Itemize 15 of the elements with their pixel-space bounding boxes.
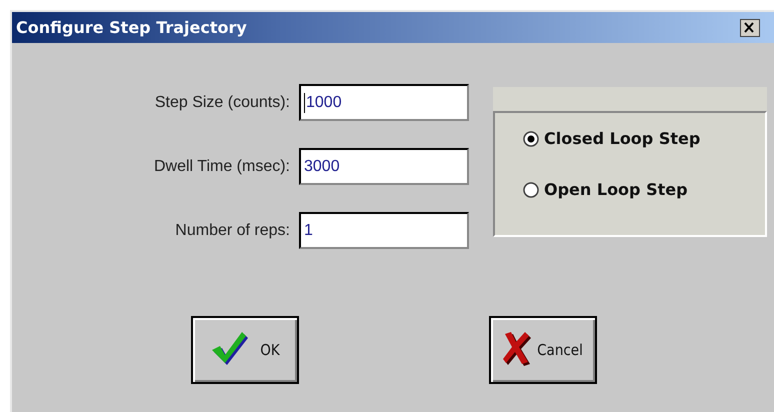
field-label: Step Size (counts):: [154, 94, 290, 112]
field-label: Dwell Time (msec):: [152, 158, 290, 176]
input-field[interactable]: 3000: [299, 148, 469, 185]
window-title: Configure Step Trajectory: [16, 18, 247, 37]
cross-icon: [503, 332, 534, 368]
close-icon[interactable]: [740, 18, 760, 36]
input-field[interactable]: 1: [299, 212, 469, 249]
radio-option[interactable]: Open Loop Step: [523, 180, 765, 199]
input-field[interactable]: 1000: [299, 84, 469, 121]
radio-button[interactable]: [523, 130, 539, 146]
radio-button[interactable]: [523, 182, 539, 198]
field-label: Number of reps:: [174, 222, 290, 240]
cancel-button[interactable]: Cancel: [489, 316, 597, 384]
ok-button[interactable]: OK: [191, 316, 299, 384]
radio-option[interactable]: Closed Loop Step: [523, 129, 765, 148]
